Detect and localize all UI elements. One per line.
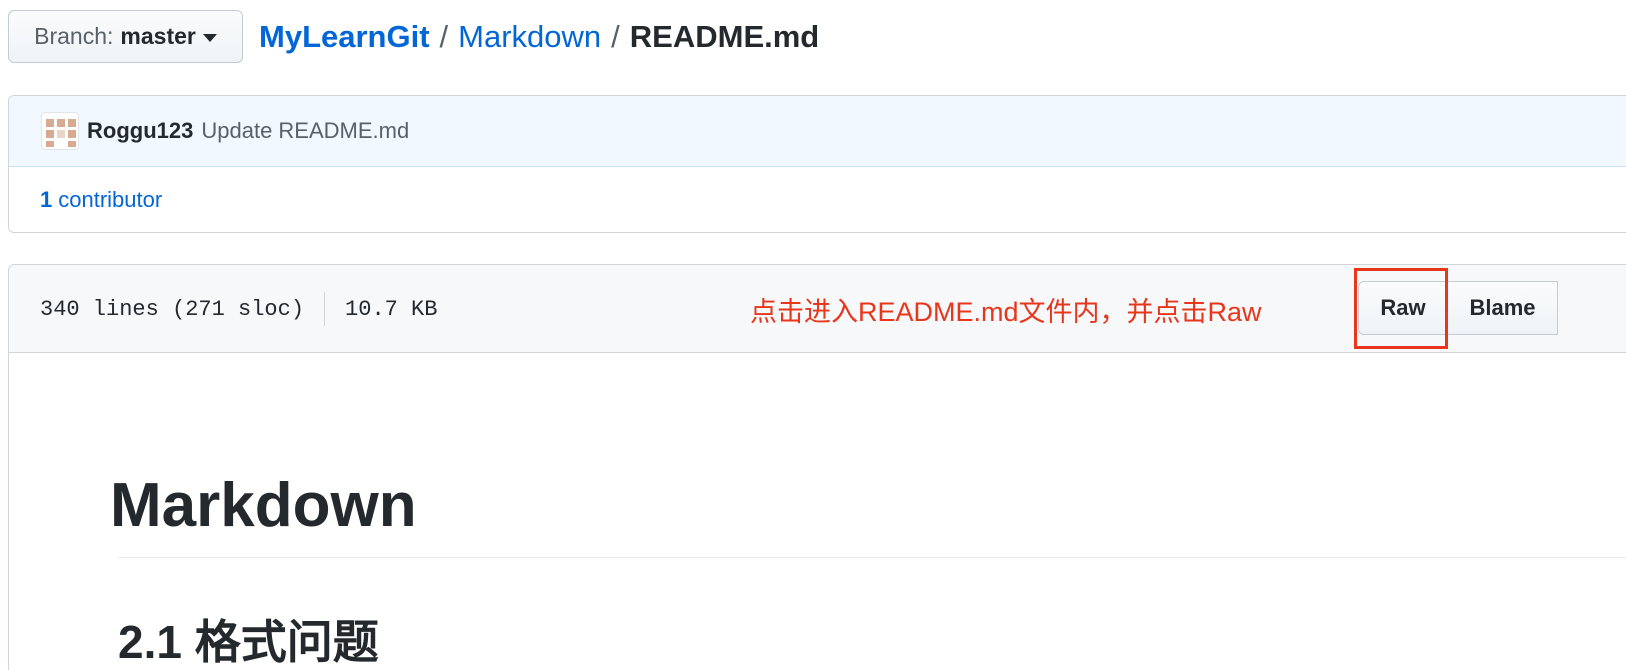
latest-commit-box: Roggu123 Update README.md 1 contributor [8, 95, 1626, 233]
contributors-label: contributor [58, 187, 163, 212]
breadcrumb-repo-link[interactable]: MyLearnGit [259, 19, 430, 55]
branch-select-button[interactable]: Branch: master [8, 10, 243, 63]
file-info: 340 lines (271 sloc) 10.7 KB [40, 265, 437, 353]
raw-button[interactable]: Raw [1358, 281, 1448, 335]
breadcrumb-separator: / [439, 19, 449, 54]
heading-divider [118, 557, 1626, 558]
breadcrumb-separator: / [611, 19, 620, 54]
avatar[interactable] [41, 112, 79, 150]
contributors-link[interactable]: 1 contributor [40, 187, 162, 213]
file-size: 10.7 KB [345, 296, 438, 322]
file-actions: Raw Blame [1358, 281, 1558, 335]
breadcrumb-file-name: README.md [629, 19, 820, 54]
annotation-text: 点击进入README.md文件内，并点击Raw [750, 297, 1262, 327]
commit-header: Roggu123 Update README.md [9, 96, 1626, 167]
commit-author[interactable]: Roggu123 [87, 118, 193, 144]
breadcrumb: MyLearnGit / Markdown / README.md [259, 14, 819, 60]
breadcrumb-folder-link[interactable]: Markdown [458, 19, 601, 55]
contributors-row: 1 contributor [9, 167, 1626, 232]
file-info-divider [324, 292, 326, 326]
blame-button[interactable]: Blame [1448, 281, 1558, 335]
readme-content: Markdown 2.1 格式问题 [110, 470, 417, 668]
readme-heading-2: 2.1 格式问题 [118, 616, 379, 668]
file-header: 340 lines (271 sloc) 10.7 KB 点击进入README.… [9, 265, 1626, 353]
branch-label: Branch: [34, 23, 114, 49]
caret-down-icon [202, 34, 217, 42]
contributors-count: 1 [40, 187, 53, 212]
file-lines: 340 lines (271 sloc) [40, 296, 305, 322]
file-view-page: Branch: master MyLearnGit / Markdown / R… [0, 0, 1626, 670]
readme-heading-1: Markdown [110, 471, 417, 540]
branch-value: master [120, 23, 196, 49]
commit-message[interactable]: Update README.md [201, 118, 409, 144]
